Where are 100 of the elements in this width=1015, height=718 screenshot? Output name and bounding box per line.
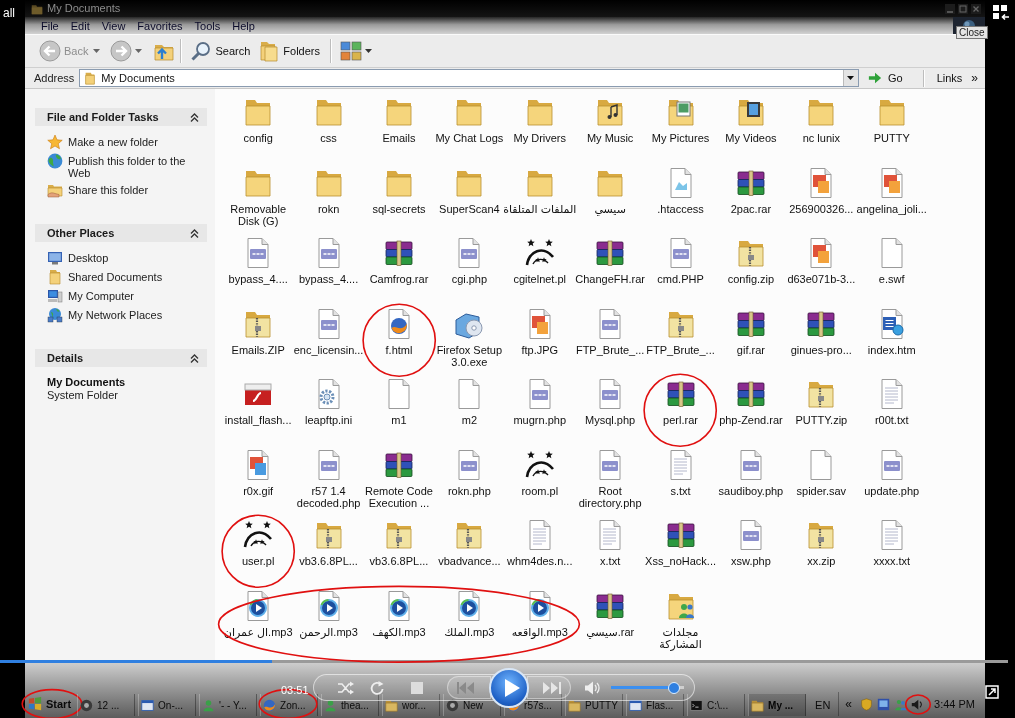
menu-item[interactable]: Tools [188,18,227,33]
archive-icon[interactable] [664,378,697,410]
archive-icon[interactable] [734,378,767,410]
taskbar-button[interactable]: On-... [138,694,197,716]
menu-item[interactable]: Help [226,18,261,33]
file-name[interactable]: Mysql.php [585,414,636,426]
archive-icon[interactable] [594,237,627,269]
speaker-icon[interactable] [911,697,925,711]
file-name[interactable]: My Pictures [651,132,710,144]
file-name[interactable]: r00t.txt [874,414,909,426]
file-name[interactable]: Emails.ZIP [231,343,285,356]
menu-item[interactable]: Favorites [131,18,189,33]
file-name[interactable]: php-Zend.rar [719,414,783,426]
file-name[interactable]: My Music [586,132,634,144]
file-name[interactable]: css [320,132,337,144]
monitor-icon[interactable] [877,697,891,711]
file-name[interactable]: My Drivers [513,132,567,144]
file-name[interactable]: angelina_joli... [856,202,927,215]
file-name[interactable]: Removable Disk (G) [221,202,296,227]
shuffle-icon[interactable] [337,679,354,696]
file-name[interactable]: xx.zip [807,555,836,567]
file-name[interactable]: x.txt [600,555,621,567]
file-name[interactable]: vb3.6.8PL... [369,555,429,567]
file-name[interactable]: الواقعه.mp3 [511,625,568,638]
taskbar-button[interactable]: thea... [321,694,380,716]
folders-button[interactable]: Folders [255,37,325,65]
menu-item[interactable]: Edit [64,18,96,33]
file-name[interactable]: Xss_noHack... [645,555,716,567]
file-name[interactable]: Camfrog.rar [369,273,429,285]
file-name[interactable]: SuperScan4 [439,202,500,215]
task-link[interactable]: Shared Documents [47,269,207,285]
file-name[interactable]: bypass_4.... [298,273,359,285]
file-name[interactable]: e.swf [878,273,905,285]
file-name[interactable]: room.pl [521,484,559,497]
file-name[interactable]: leapftp.ini [305,414,353,426]
file-name[interactable]: ال عمران.mp3 [223,625,293,638]
file-name[interactable]: الملك.mp3 [444,625,495,638]
file-name[interactable]: perl.rar [663,414,698,426]
dropdown-button[interactable] [842,70,858,86]
volume-icon[interactable] [584,679,600,696]
file-name[interactable]: nc lunix [802,132,840,144]
file-name[interactable]: bypass_4.... [228,273,288,285]
file-name[interactable]: sql-secrets [372,202,426,215]
file-name[interactable]: gif.rar [736,343,765,356]
file-name[interactable]: config [243,132,273,144]
more-links-button[interactable]: » [969,71,981,85]
file-name[interactable]: FTP_Brute_... [575,343,645,356]
file-name[interactable]: s.txt [670,484,691,497]
shield-icon[interactable] [860,697,874,711]
close-button[interactable] [971,3,981,14]
file-name[interactable]: سيسي [594,202,626,215]
file-name[interactable]: r0x.gif [243,484,274,497]
file-name[interactable]: PUTTY.zip [795,414,848,426]
file-name[interactable]: index.htm [867,343,916,356]
file-name[interactable]: مجلدات المشاركة [643,625,718,650]
file-name[interactable]: الكهف.mp3 [372,625,426,638]
minimize-button[interactable] [945,3,955,14]
go-button[interactable]: Go [863,71,913,85]
file-name[interactable]: vbadvance... [438,555,501,567]
file-name[interactable]: xsw.php [731,555,771,567]
file-name[interactable]: config.zip [727,273,775,285]
archive-icon[interactable] [382,237,415,269]
file-name[interactable]: vb3.6.8PL... [299,555,358,567]
file-name[interactable]: enc_licensin... [293,343,364,356]
menu-item[interactable]: View [95,18,132,33]
file-name[interactable]: ginues-pro... [790,343,852,356]
task-link[interactable]: My Computer [47,288,207,304]
section-header[interactable]: File and Folder Tasks [35,108,207,126]
file-name[interactable]: mugrn.php [513,414,567,426]
taskbar-button[interactable]: 12 ... [77,694,136,716]
task-link[interactable]: My Network Places [47,307,207,323]
file-name[interactable]: My Videos [725,132,777,144]
file-name[interactable]: f.html [385,343,413,356]
links-button[interactable]: Links [934,72,965,84]
file-name[interactable]: saudiboy.php [718,484,784,497]
file-name[interactable]: الرحمن.mp3 [299,625,358,638]
pop-out-icon[interactable] [985,685,999,699]
file-name[interactable]: Emails [382,132,416,144]
file-name[interactable]: FTP_Brute_... [646,343,715,356]
file-name[interactable]: My Chat Logs [435,132,504,144]
file-name[interactable]: cmd.PHP [657,273,704,285]
file-name[interactable]: update.php [864,484,920,497]
file-name[interactable]: whm4des.n... [507,555,573,567]
file-name[interactable]: xxxx.txt [873,555,911,567]
taskbar-button[interactable]: wor... [382,694,441,716]
maximize-button[interactable] [958,3,968,14]
section-header[interactable]: Other Places [35,224,207,242]
taskbar-button[interactable]: C:\... [687,694,746,716]
taskbar-button[interactable]: PUTTY [565,694,624,716]
file-name[interactable]: 2pac.rar [730,202,772,215]
file-name[interactable]: user.pl [242,555,275,567]
file-name[interactable]: Firefox Setup 3.0.exe [432,343,507,368]
file-name[interactable]: ftp.JPG [521,343,559,356]
file-name[interactable]: rokn.php [447,484,491,497]
taskbar-button[interactable]: '- - Y... [199,694,258,716]
file-name[interactable]: cgi.php [451,273,488,285]
file-name[interactable]: m2 [461,414,477,426]
file-name[interactable]: spider.sav [796,484,847,497]
file-name[interactable]: Root directory.php [573,484,648,509]
task-link[interactable]: Share this folder [47,182,207,198]
